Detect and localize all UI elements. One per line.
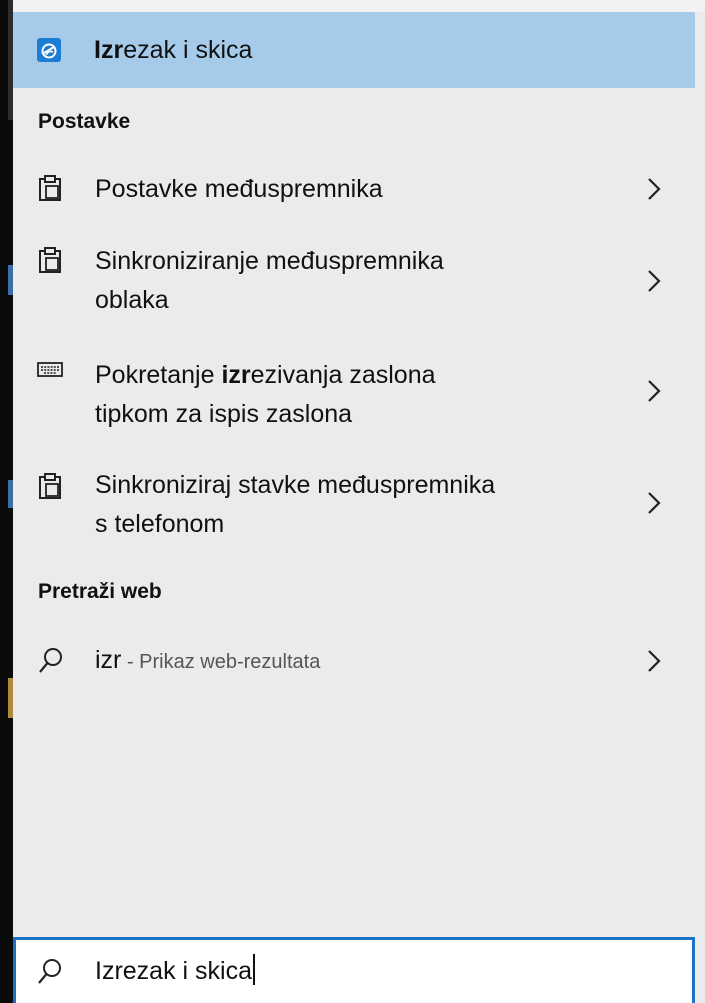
chevron-right-icon[interactable] xyxy=(646,268,662,294)
clipboard-icon xyxy=(37,246,63,274)
search-input[interactable]: Izrezak i skica xyxy=(95,954,255,986)
result-text: Pokretanje izrezivanja zaslona tipkom za… xyxy=(95,361,436,428)
start-search-results-panel: Izrezak i skica Postavke Postavke međusp… xyxy=(13,0,705,1003)
chevron-right-icon[interactable] xyxy=(646,378,662,404)
settings-result-print-screen-snip[interactable]: Pokretanje izrezivanja zaslona tipkom za… xyxy=(13,356,695,434)
search-box[interactable]: Izrezak i skica xyxy=(13,937,695,1003)
search-icon xyxy=(37,646,63,674)
chevron-right-icon[interactable] xyxy=(646,648,662,674)
best-match-label: Izrezak i skica xyxy=(94,36,253,64)
clipboard-icon xyxy=(37,472,63,500)
panel-top-edge xyxy=(13,0,705,12)
best-match-result[interactable]: Izrezak i skica xyxy=(13,12,695,88)
web-section-header: Pretraži web xyxy=(38,580,162,603)
chevron-right-icon[interactable] xyxy=(646,490,662,516)
settings-result-clipboard[interactable]: Postavke međuspremnika xyxy=(13,166,695,212)
keyboard-icon xyxy=(37,360,63,388)
clipboard-icon xyxy=(37,174,63,202)
settings-section-header: Postavke xyxy=(38,110,131,133)
search-icon xyxy=(36,957,64,992)
chevron-right-icon[interactable] xyxy=(646,176,662,202)
result-text: Sinkroniziraj stavke međuspremnika s tel… xyxy=(95,471,496,538)
settings-result-cloud-clipboard[interactable]: Sinkroniziranje međuspremnika oblaka xyxy=(13,244,695,322)
web-result-text: izr - Prikaz web-rezultata xyxy=(95,646,321,674)
result-text: Postavke međuspremnika xyxy=(95,175,383,203)
background-window-edge xyxy=(0,0,13,1003)
snip-sketch-app-icon xyxy=(37,38,61,62)
web-search-result[interactable]: izr - Prikaz web-rezultata xyxy=(13,640,695,686)
settings-result-sync-phone[interactable]: Sinkroniziraj stavke međuspremnika s tel… xyxy=(13,470,695,548)
result-text: Sinkroniziranje međuspremnika oblaka xyxy=(95,247,444,314)
text-caret xyxy=(252,954,255,985)
